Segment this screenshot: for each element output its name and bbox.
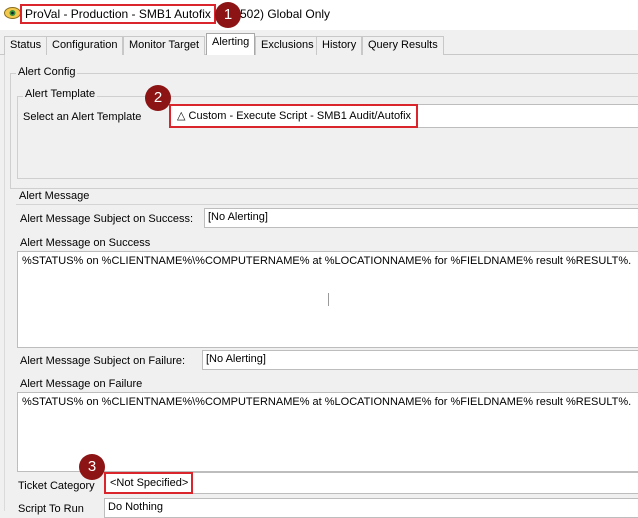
tab-query-results[interactable]: Query Results [362,36,444,55]
success-body-text: %STATUS% on %CLIENTNAME%\%COMPUTERNAME% … [22,255,632,267]
alert-template-title: Alert Template [23,87,98,101]
failure-subject-label: Alert Message Subject on Failure: [20,355,186,367]
tab-exclusions[interactable]: Exclusions [255,36,320,55]
script-to-run-label: Script To Run [18,503,84,515]
text-cursor [328,293,329,306]
monitor-app-icon [4,7,21,19]
alert-config-title: Alert Config [16,65,78,79]
select-template-label: Select an Alert Template [23,111,142,123]
tab-status[interactable]: Status [4,36,48,55]
window-title-highlighted: ProVal - Production - SMB1 Autofix [20,4,216,24]
ticket-category-label: Ticket Category [18,480,95,492]
window-title-rest: 502) Global Only [240,7,331,21]
success-body-label: Alert Message on Success [20,237,151,249]
callout-badge-1: 1 [215,2,241,28]
callout-badge-2: 2 [145,85,171,111]
failure-body-text: %STATUS% on %CLIENTNAME%\%COMPUTERNAME% … [22,396,632,408]
section-divider [16,204,638,205]
success-subject-label: Alert Message Subject on Success: [20,213,194,225]
callout-badge-3: 3 [79,454,105,480]
alert-template-selected[interactable]: △ Custom - Execute Script - SMB1 Audit/A… [169,104,418,128]
warning-triangle-icon: △ [177,110,186,122]
tab-monitor-target[interactable]: Monitor Target [123,36,206,55]
script-to-run-dropdown[interactable]: Do Nothing [104,498,638,518]
tab-configuration[interactable]: Configuration [46,36,124,55]
alert-template-value: Custom - Execute Script - SMB1 Audit/Aut… [188,110,412,122]
failure-body-label: Alert Message on Failure [20,378,143,390]
failure-body-textarea[interactable]: %STATUS% on %CLIENTNAME%\%COMPUTERNAME% … [17,392,638,472]
failure-subject-input[interactable]: [No Alerting] [202,350,638,370]
ticket-category-value[interactable]: <Not Specified> [104,472,193,494]
tab-alerting[interactable]: Alerting [206,33,256,56]
tab-strip: Status Configuration Monitor Target Aler… [0,33,638,56]
success-subject-input[interactable]: [No Alerting] [204,208,638,228]
tab-history[interactable]: History [316,36,363,55]
alert-message-title: Alert Message [19,190,90,202]
